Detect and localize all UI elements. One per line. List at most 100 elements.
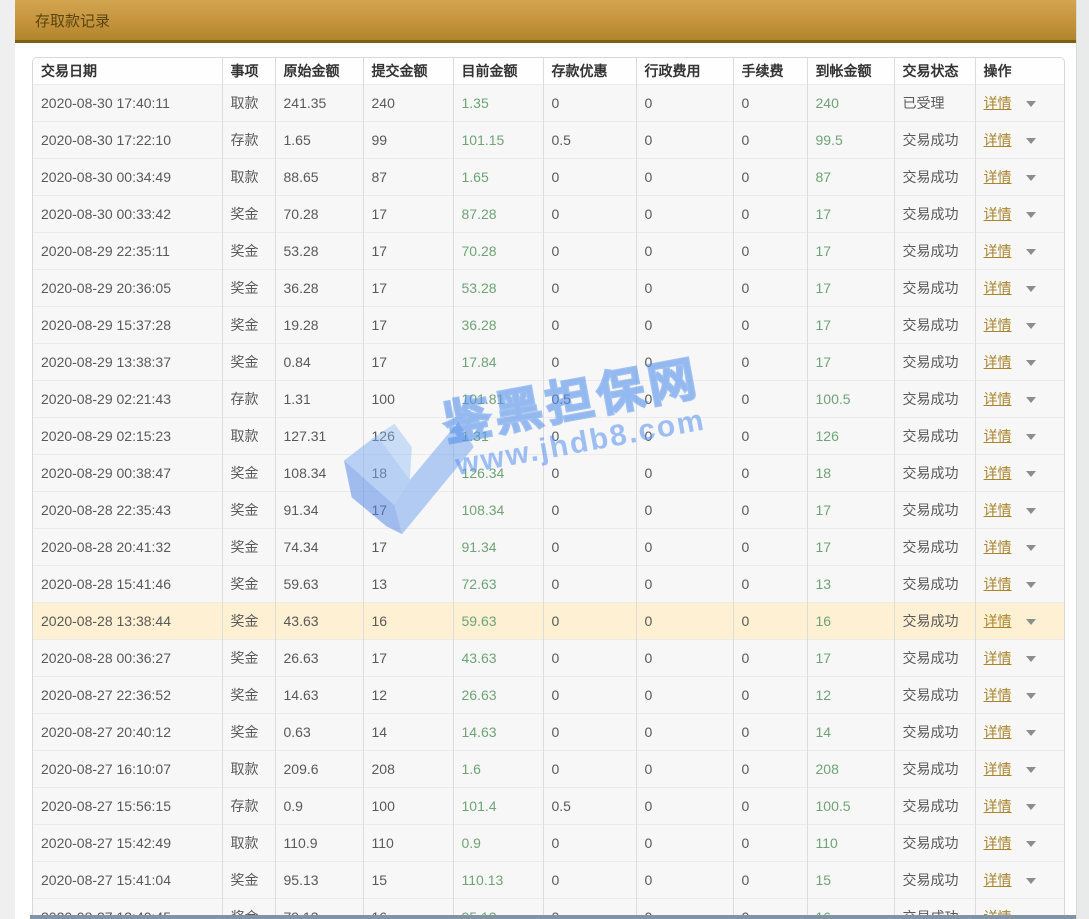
detail-link[interactable]: 详情 <box>984 761 1012 777</box>
caret-down-icon[interactable] <box>1026 360 1036 366</box>
caret-down-icon[interactable] <box>1026 582 1036 588</box>
caret-down-icon[interactable] <box>1026 508 1036 514</box>
cell-current-amount: 14.63 <box>453 714 543 751</box>
detail-link[interactable]: 详情 <box>984 169 1012 185</box>
caret-down-icon[interactable] <box>1026 101 1036 107</box>
caret-down-icon[interactable] <box>1026 397 1036 403</box>
detail-link[interactable]: 详情 <box>984 243 1012 259</box>
cell-item: 奖金 <box>222 566 275 603</box>
page-scrollbar[interactable] <box>1076 0 1089 919</box>
caret-down-icon[interactable] <box>1026 878 1036 884</box>
col-header-admin-fee: 行政费用 <box>636 58 733 85</box>
detail-link[interactable]: 详情 <box>984 465 1012 481</box>
cell-action: 详情 <box>975 825 1064 862</box>
detail-link[interactable]: 详情 <box>984 576 1012 592</box>
cell-received-amount: 110 <box>807 825 894 862</box>
detail-link[interactable]: 详情 <box>984 724 1012 740</box>
caret-down-icon[interactable] <box>1026 286 1036 292</box>
caret-down-icon[interactable] <box>1026 138 1036 144</box>
cell-item: 奖金 <box>222 529 275 566</box>
caret-down-icon[interactable] <box>1026 693 1036 699</box>
detail-link[interactable]: 详情 <box>984 613 1012 629</box>
detail-link[interactable]: 详情 <box>984 132 1012 148</box>
col-header-current-amount: 目前金额 <box>453 58 543 85</box>
cell-status: 交易成功 <box>894 603 975 640</box>
cell-status: 已受理 <box>894 85 975 122</box>
caret-down-icon[interactable] <box>1026 545 1036 551</box>
detail-link[interactable]: 详情 <box>984 428 1012 444</box>
cell-status: 交易成功 <box>894 307 975 344</box>
detail-link[interactable]: 详情 <box>984 539 1012 555</box>
detail-link[interactable]: 详情 <box>984 95 1012 111</box>
caret-down-icon[interactable] <box>1026 767 1036 773</box>
cell-date: 2020-08-30 00:34:49 <box>33 159 222 196</box>
cell-received-amount: 126 <box>807 418 894 455</box>
cell-original-amount: 74.34 <box>275 529 363 566</box>
cell-admin-fee: 0 <box>636 640 733 677</box>
cell-item: 奖金 <box>222 492 275 529</box>
cell-received-amount: 14 <box>807 714 894 751</box>
records-table: 交易日期事项原始金额提交金额目前金额存款优惠行政费用手续费到帐金额交易状态操作 … <box>33 58 1064 919</box>
detail-link[interactable]: 详情 <box>984 650 1012 666</box>
detail-link[interactable]: 详情 <box>984 835 1012 851</box>
caret-down-icon[interactable] <box>1026 323 1036 329</box>
detail-link[interactable]: 详情 <box>984 206 1012 222</box>
cell-date: 2020-08-27 22:36:52 <box>33 677 222 714</box>
cell-current-amount: 36.28 <box>453 307 543 344</box>
cell-action: 详情 <box>975 751 1064 788</box>
caret-down-icon[interactable] <box>1026 212 1036 218</box>
cell-admin-fee: 0 <box>636 307 733 344</box>
cell-date: 2020-08-27 15:41:04 <box>33 862 222 899</box>
caret-down-icon[interactable] <box>1026 619 1036 625</box>
cell-received-amount: 240 <box>807 85 894 122</box>
cell-status: 交易成功 <box>894 825 975 862</box>
panel-body: 交易日期事项原始金额提交金额目前金额存款优惠行政费用手续费到帐金额交易状态操作 … <box>15 43 1076 919</box>
cell-original-amount: 209.6 <box>275 751 363 788</box>
cell-received-amount: 17 <box>807 270 894 307</box>
cell-status: 交易成功 <box>894 122 975 159</box>
caret-down-icon[interactable] <box>1026 434 1036 440</box>
detail-link[interactable]: 详情 <box>984 354 1012 370</box>
cell-date: 2020-08-28 00:36:27 <box>33 640 222 677</box>
cell-original-amount: 59.63 <box>275 566 363 603</box>
detail-link[interactable]: 详情 <box>984 391 1012 407</box>
cell-action: 详情 <box>975 862 1064 899</box>
caret-down-icon[interactable] <box>1026 471 1036 477</box>
detail-link[interactable]: 详情 <box>984 798 1012 814</box>
table-row: 2020-08-30 00:34:49取款88.65871.6500087交易成… <box>33 159 1064 196</box>
cell-received-amount: 17 <box>807 233 894 270</box>
cell-submitted-amount: 208 <box>363 751 453 788</box>
detail-link[interactable]: 详情 <box>984 502 1012 518</box>
table-row: 2020-08-29 02:21:43存款1.31100101.810.5001… <box>33 381 1064 418</box>
detail-link[interactable]: 详情 <box>984 317 1012 333</box>
detail-link[interactable]: 详情 <box>984 280 1012 296</box>
cell-submitted-amount: 87 <box>363 159 453 196</box>
cell-original-amount: 53.28 <box>275 233 363 270</box>
cell-submitted-amount: 240 <box>363 85 453 122</box>
cell-handling-fee: 0 <box>733 85 807 122</box>
table-row: 2020-08-29 13:38:37奖金0.841717.8400017交易成… <box>33 344 1064 381</box>
table-row: 2020-08-28 15:41:46奖金59.631372.6300013交易… <box>33 566 1064 603</box>
cell-handling-fee: 0 <box>733 862 807 899</box>
cell-handling-fee: 0 <box>733 677 807 714</box>
cell-received-amount: 17 <box>807 307 894 344</box>
cell-status: 交易成功 <box>894 714 975 751</box>
cell-handling-fee: 0 <box>733 233 807 270</box>
cell-received-amount: 99.5 <box>807 122 894 159</box>
caret-down-icon[interactable] <box>1026 175 1036 181</box>
table-row: 2020-08-29 22:35:11奖金53.281770.2800017交易… <box>33 233 1064 270</box>
caret-down-icon[interactable] <box>1026 804 1036 810</box>
caret-down-icon[interactable] <box>1026 656 1036 662</box>
cell-handling-fee: 0 <box>733 159 807 196</box>
cell-deposit-bonus: 0.5 <box>543 122 636 159</box>
cell-date: 2020-08-29 15:37:28 <box>33 307 222 344</box>
caret-down-icon[interactable] <box>1026 841 1036 847</box>
cell-action: 详情 <box>975 788 1064 825</box>
detail-link[interactable]: 详情 <box>984 687 1012 703</box>
detail-link[interactable]: 详情 <box>984 872 1012 888</box>
cell-handling-fee: 0 <box>733 603 807 640</box>
table-header-row: 交易日期事项原始金额提交金额目前金额存款优惠行政费用手续费到帐金额交易状态操作 <box>33 58 1064 85</box>
cell-deposit-bonus: 0 <box>543 640 636 677</box>
caret-down-icon[interactable] <box>1026 730 1036 736</box>
caret-down-icon[interactable] <box>1026 249 1036 255</box>
